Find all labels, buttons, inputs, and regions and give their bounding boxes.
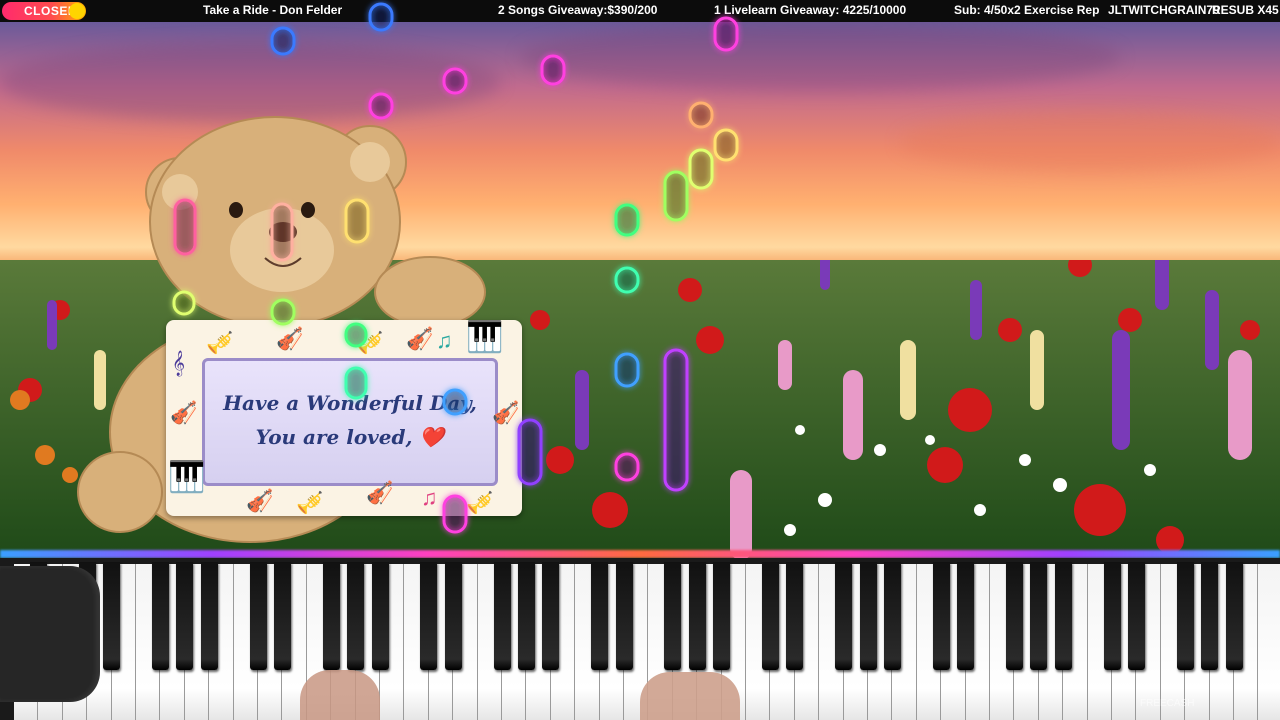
note <box>614 203 640 237</box>
note <box>614 452 640 482</box>
black-key[interactable] <box>859 562 877 670</box>
note <box>344 366 368 400</box>
black-key[interactable] <box>688 562 706 670</box>
black-key[interactable] <box>517 562 535 670</box>
black-key[interactable] <box>542 562 560 670</box>
note <box>270 298 296 326</box>
white-key[interactable] <box>1258 564 1280 720</box>
black-key[interactable] <box>1201 562 1219 670</box>
note <box>713 128 739 162</box>
note <box>614 352 640 388</box>
note <box>172 290 196 316</box>
black-key[interactable] <box>1030 562 1048 670</box>
black-key[interactable] <box>591 562 609 670</box>
black-key[interactable] <box>835 562 853 670</box>
note <box>442 494 468 534</box>
black-key[interactable] <box>1054 562 1072 670</box>
black-key[interactable] <box>1225 562 1243 670</box>
black-key[interactable] <box>249 562 267 670</box>
black-key[interactable] <box>786 562 804 670</box>
black-key[interactable] <box>322 562 340 670</box>
black-key[interactable] <box>347 562 365 670</box>
watermark-text: FREECASH <box>1140 698 1195 709</box>
black-key[interactable] <box>1005 562 1023 670</box>
note <box>688 101 714 129</box>
black-key[interactable] <box>664 562 682 670</box>
note <box>344 322 368 348</box>
note <box>663 348 689 492</box>
note <box>368 2 394 32</box>
black-key[interactable] <box>371 562 389 670</box>
black-key[interactable] <box>151 562 169 670</box>
black-key[interactable] <box>176 562 194 670</box>
black-key[interactable] <box>883 562 901 670</box>
black-key[interactable] <box>103 562 121 670</box>
black-key[interactable] <box>273 562 291 670</box>
note <box>540 54 566 86</box>
falling-notes <box>172 2 739 534</box>
black-key[interactable] <box>493 562 511 670</box>
black-key[interactable] <box>1127 562 1145 670</box>
note <box>368 92 394 120</box>
note <box>344 198 370 244</box>
note <box>614 266 640 294</box>
note <box>270 202 294 262</box>
black-key[interactable] <box>761 562 779 670</box>
player-hand-right <box>640 672 740 720</box>
microphone-stand <box>0 566 100 702</box>
black-key[interactable] <box>932 562 950 670</box>
note <box>442 67 468 95</box>
keyboard-glow-line <box>0 550 1280 558</box>
black-key[interactable] <box>957 562 975 670</box>
note <box>442 388 468 416</box>
black-key[interactable] <box>1176 562 1194 670</box>
note <box>713 16 739 52</box>
player-hand-left <box>300 670 380 720</box>
note <box>688 148 714 190</box>
note <box>173 198 197 256</box>
black-key[interactable] <box>200 562 218 670</box>
black-key[interactable] <box>444 562 462 670</box>
black-key[interactable] <box>1103 562 1121 670</box>
note <box>663 170 689 222</box>
black-key[interactable] <box>420 562 438 670</box>
black-key[interactable] <box>615 562 633 670</box>
black-key[interactable] <box>713 562 731 670</box>
note <box>270 26 296 56</box>
note <box>517 418 543 486</box>
